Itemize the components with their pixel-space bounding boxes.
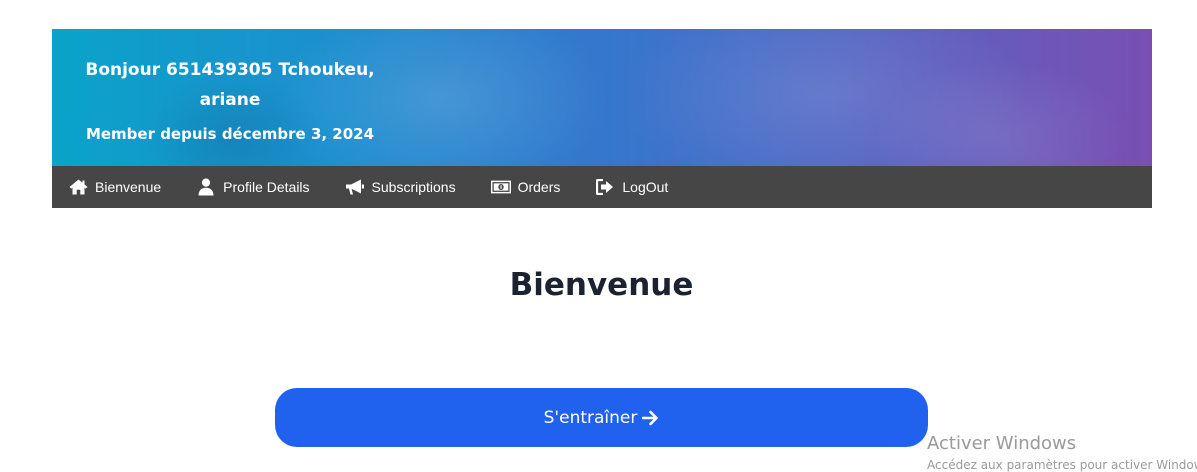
nav-item-profile-details[interactable]: Profile Details [196,178,310,196]
windows-activation-watermark: Activer Windows Accédez aux paramètres p… [927,432,1197,472]
train-button[interactable]: S'entraîner [275,388,928,447]
greeting-line-1: Bonjour 651439305 Tchoukeu, [85,60,375,80]
greeting-text: Bonjour 651439305 Tchoukeu, ariane [52,55,408,115]
nav-item-subscriptions[interactable]: Subscriptions [345,178,456,196]
nav-item-label: LogOut [622,179,669,195]
nav-item-orders[interactable]: Orders [490,178,561,196]
nav-item-logout[interactable]: LogOut [595,178,668,196]
money-icon [490,178,511,196]
greeting-line-2: ariane [199,90,261,110]
nav-item-label: Profile Details [223,179,310,195]
page-title: Bienvenue [509,267,694,303]
hero-banner: Bonjour 651439305 Tchoukeu, ariane Membe… [52,29,1152,166]
megaphone-icon [345,178,365,196]
user-icon [196,178,216,196]
nav-item-bienvenue[interactable]: Bienvenue [68,178,161,196]
page: Bonjour 651439305 Tchoukeu, ariane Membe… [0,0,1197,472]
member-since-text: Member depuis décembre 3, 2024 [85,125,375,143]
nav-item-label: Orders [517,179,561,195]
nav-item-label: Subscriptions [371,179,456,195]
account-navbar: Bienvenue Profile Details Subscriptions … [52,166,1152,208]
arrow-right-icon [642,410,659,426]
home-icon [68,178,88,196]
nav-item-label: Bienvenue [95,179,162,195]
sign-out-icon [595,178,615,196]
hero-photo-overlay [872,59,1132,166]
train-button-label: S'entraîner [543,407,638,428]
watermark-subtitle: Accédez aux paramètres pour activer Wind… [927,458,1197,472]
profile-header: Bonjour 651439305 Tchoukeu, ariane Membe… [52,29,1152,208]
watermark-title: Activer Windows [927,433,1077,454]
